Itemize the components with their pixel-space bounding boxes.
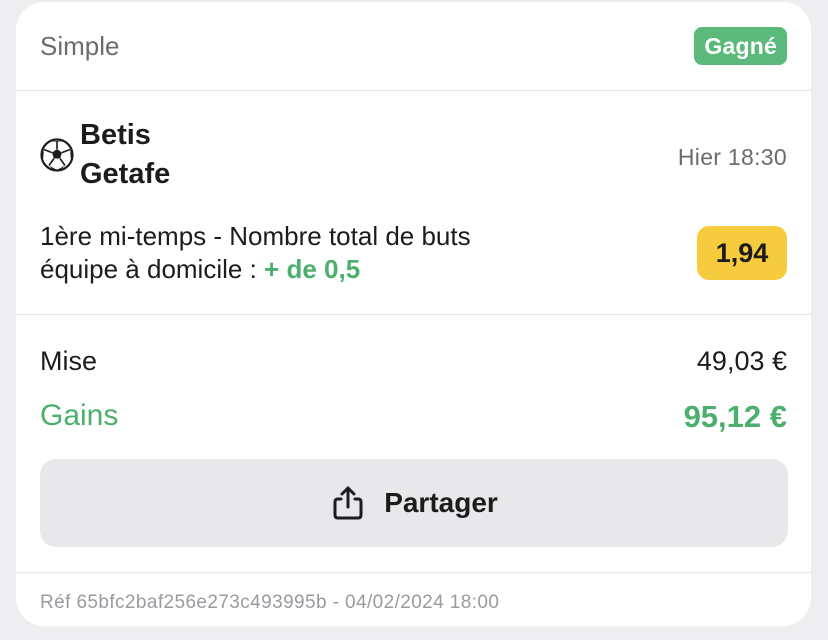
away-team: Getafe bbox=[80, 158, 171, 190]
market-description: 1ère mi-temps - Nombre total de buts équ… bbox=[40, 220, 600, 286]
stake-value: 49,03 € bbox=[696, 346, 787, 376]
odds-badge: 1,94 bbox=[697, 226, 787, 280]
home-team: Betis bbox=[80, 119, 151, 151]
gains-value: 95,12 € bbox=[683, 399, 787, 434]
bet-header: Simple Gagné bbox=[16, 2, 811, 91]
divider bbox=[16, 572, 811, 573]
bet-card[interactable]: Simple Gagné Betis Getafe Hier 18:30 1èr… bbox=[16, 2, 811, 626]
divider bbox=[16, 314, 811, 315]
market-line-1: 1ère mi-temps - Nombre total de buts bbox=[40, 221, 471, 251]
match-time: Hier 18:30 bbox=[677, 144, 787, 170]
football-icon bbox=[40, 138, 74, 172]
status-badge: Gagné bbox=[694, 27, 787, 65]
share-button-label: Partager bbox=[384, 487, 498, 518]
market-line-2: équipe à domicile : bbox=[40, 254, 265, 284]
stake-label: Mise bbox=[40, 346, 98, 376]
selection-pick: + de 0,5 bbox=[264, 254, 361, 284]
share-icon bbox=[333, 486, 363, 520]
share-button[interactable]: Partager bbox=[40, 459, 788, 547]
gains-label: Gains bbox=[40, 399, 119, 432]
bet-type-label: Simple bbox=[40, 31, 120, 61]
bet-reference: Réf 65bfc2baf256e273c493995b - 04/02/202… bbox=[40, 592, 500, 613]
